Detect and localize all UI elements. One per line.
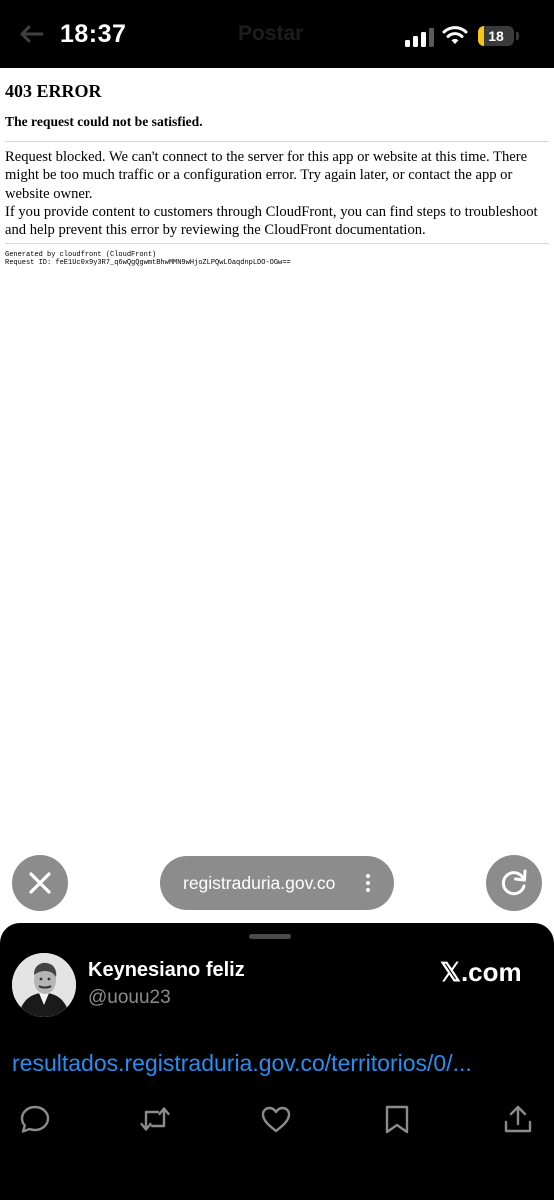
divider bbox=[5, 243, 549, 245]
status-bar: 18:37 Postar 18 bbox=[0, 0, 554, 68]
battery-nub bbox=[516, 32, 519, 40]
author-handle[interactable]: @uouu23 bbox=[88, 987, 171, 1009]
error-message: Request blocked. We can't connect to the… bbox=[5, 148, 549, 239]
status-time: 18:37 bbox=[60, 20, 127, 48]
footer-request-id: Request ID: feE1Uc0x9y3R7_q6wQgQgwmtBhwM… bbox=[5, 259, 291, 268]
error-title: 403 ERROR bbox=[5, 81, 102, 101]
error-message-line2: If you provide content to customers thro… bbox=[5, 203, 538, 239]
sheet-grabber[interactable] bbox=[249, 934, 291, 939]
tweet-sheet: Keynesiano feliz @uouu23 𝕏.com resultado… bbox=[0, 923, 554, 1200]
error-subtitle: The request could not be satisfied. bbox=[5, 114, 203, 129]
avatar-image bbox=[12, 953, 76, 1017]
footer-generated: Generated by cloudfront (CloudFront) bbox=[5, 251, 157, 260]
avatar[interactable] bbox=[12, 953, 76, 1017]
reload-button[interactable] bbox=[486, 855, 542, 911]
wifi-icon bbox=[442, 26, 468, 44]
url-text: registraduria.gov.co bbox=[183, 873, 336, 893]
battery-percent: 18 bbox=[488, 28, 504, 44]
author-name[interactable]: Keynesiano feliz bbox=[88, 959, 245, 982]
url-bar[interactable]: registraduria.gov.co bbox=[160, 856, 394, 910]
more-vertical-icon[interactable] bbox=[358, 871, 378, 895]
divider bbox=[5, 141, 549, 142]
back-arrow-icon bbox=[20, 25, 44, 43]
reload-icon bbox=[501, 869, 527, 896]
reply-icon[interactable] bbox=[19, 1103, 51, 1135]
close-icon bbox=[29, 872, 51, 894]
battery-icon: 18 bbox=[478, 26, 514, 46]
like-icon[interactable] bbox=[260, 1103, 292, 1135]
retweet-icon[interactable] bbox=[139, 1103, 171, 1135]
error-message-line1: Request blocked. We can't connect to the… bbox=[5, 149, 528, 202]
cellular-signal-icon bbox=[405, 28, 434, 47]
error-footer: Generated by cloudfront (CloudFront) Req… bbox=[5, 251, 549, 267]
bookmark-icon[interactable] bbox=[381, 1103, 413, 1135]
error-page: 403 ERROR The request could not be satis… bbox=[5, 68, 549, 267]
close-button[interactable] bbox=[12, 855, 68, 911]
x-brand-logo[interactable]: 𝕏.com bbox=[440, 957, 522, 988]
tweet-link[interactable]: resultados.registraduria.gov.co/territor… bbox=[12, 1050, 522, 1077]
ghost-title: Postar bbox=[238, 22, 304, 45]
share-icon[interactable] bbox=[502, 1103, 534, 1135]
